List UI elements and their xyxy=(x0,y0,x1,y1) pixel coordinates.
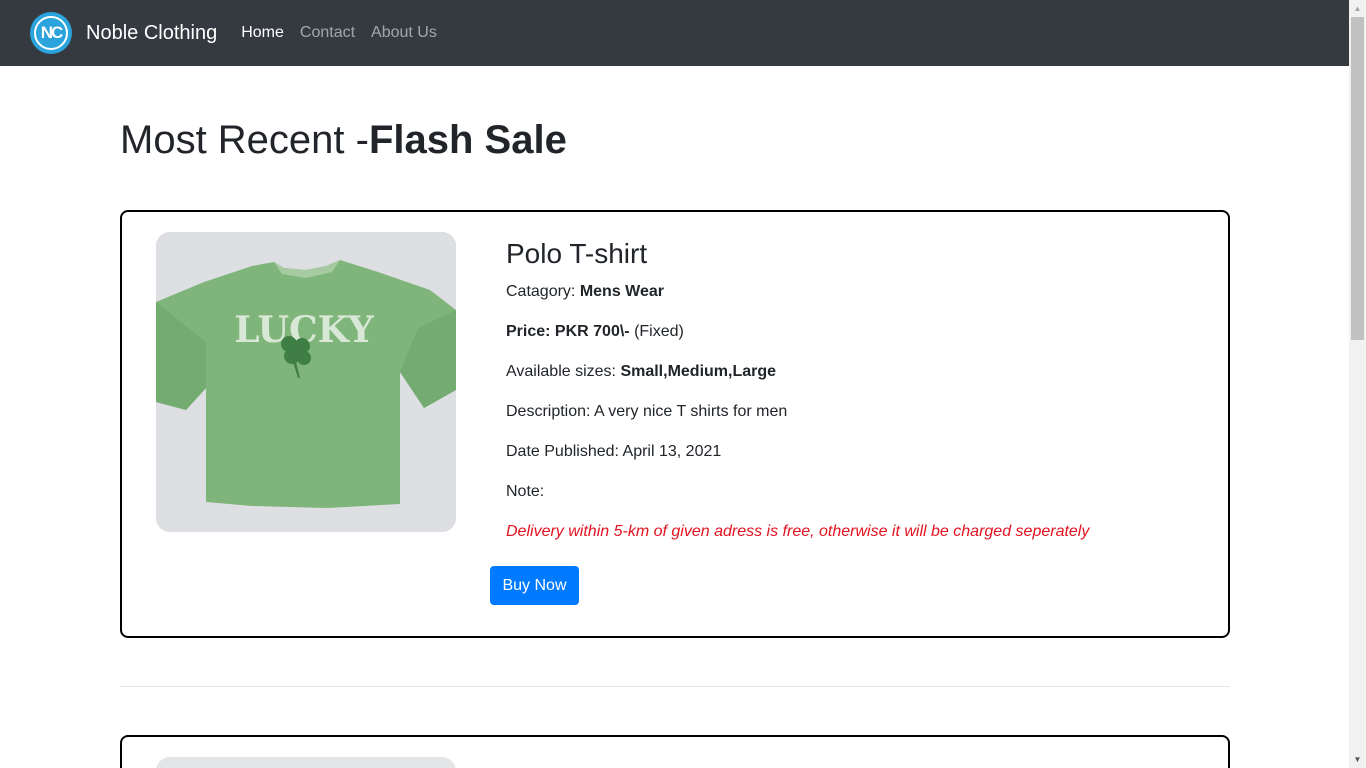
nav-links: Home Contact About Us xyxy=(241,24,453,42)
buy-now-button[interactable]: Buy Now xyxy=(490,566,579,605)
page-title-bold: Flash Sale xyxy=(368,118,567,162)
brand-link[interactable]: NC Noble Clothing xyxy=(30,12,217,54)
product-price: Price: PKR 700\- (Fixed) xyxy=(506,322,684,342)
t-shirt-image: LUCKY xyxy=(156,232,456,532)
category-value: Mens Wear xyxy=(579,283,664,300)
product-description: Description: A very nice T shirts for me… xyxy=(506,403,788,420)
scroll-up-arrow-icon[interactable]: ▲ xyxy=(1349,0,1366,17)
vertical-scrollbar[interactable]: ▲ ▼ xyxy=(1349,0,1366,768)
product-sizes: Available sizes: Small,Medium,Large xyxy=(506,362,776,382)
category-label: Catagory: xyxy=(506,283,580,300)
page-title-prefix: Most Recent - xyxy=(120,118,369,162)
logo-text: NC xyxy=(34,16,68,50)
page-title: Most Recent -Flash Sale xyxy=(120,116,567,164)
scroll-down-arrow-icon[interactable]: ▼ xyxy=(1349,751,1366,768)
top-navbar: NC Noble Clothing Home Contact About Us xyxy=(0,0,1349,66)
sizes-label: Available sizes: xyxy=(506,363,621,380)
product-card-next xyxy=(120,735,1230,768)
product-image-next[interactable] xyxy=(156,757,456,768)
price-note: (Fixed) xyxy=(634,323,684,340)
product-category: Catagory: Mens Wear xyxy=(506,282,664,302)
scrollbar-thumb[interactable] xyxy=(1351,17,1364,340)
delivery-note: Delivery within 5-km of given adress is … xyxy=(506,523,1090,540)
product-image[interactable]: LUCKY xyxy=(156,232,456,532)
brand-name: Noble Clothing xyxy=(86,21,218,44)
sizes-value: Small,Medium,Large xyxy=(620,363,777,380)
product-date-published: Date Published: April 13, 2021 xyxy=(506,443,722,460)
brand-logo: NC xyxy=(30,12,72,54)
nav-link-about-us[interactable]: About Us xyxy=(371,24,437,42)
nav-link-home[interactable]: Home xyxy=(241,24,284,42)
nav-link-contact[interactable]: Contact xyxy=(300,24,355,42)
note-label: Note: xyxy=(506,483,545,500)
section-divider xyxy=(120,686,1230,687)
price-label: Price: PKR 700\- xyxy=(506,323,635,340)
product-card: LUCKY Polo T-shirt Catagory: Mens Wear P… xyxy=(120,210,1230,638)
product-title: Polo T-shirt xyxy=(506,238,648,269)
